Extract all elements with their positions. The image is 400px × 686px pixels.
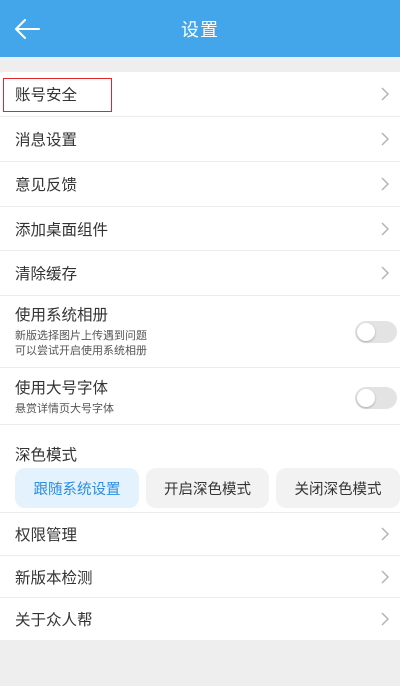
setting-description: 新版选择图片上传遇到问题 (15, 329, 147, 342)
menu-item-permissions[interactable]: 权限管理 (0, 513, 400, 556)
setting-large-font: 使用大号字体 悬赏详情页大号字体 (0, 368, 400, 425)
menu-item-label: 意见反馈 (15, 176, 78, 194)
menu-item-label: 添加桌面组件 (15, 220, 109, 239)
menu-item-label: 关于众人帮 (15, 611, 93, 629)
setting-use-system-album: 使用系统相册 新版选择图片上传遇到问题 可以尝试开启使用系统相册 (0, 296, 400, 368)
toggle-knob (357, 323, 375, 341)
header-bar: 设置 (0, 0, 400, 57)
dark-mode-title: 深色模式 (15, 446, 78, 464)
menu-item-check-update[interactable]: 新版本检测 (0, 556, 400, 598)
settings-group-main: 账号安全 消息设置 意见反馈 添加桌面组件 清除缓存 使用系统相册 新版选择图片… (0, 72, 400, 640)
menu-item-message-settings[interactable]: 消息设置 (0, 117, 400, 162)
page-title: 设置 (181, 19, 219, 41)
system-album-toggle[interactable] (355, 321, 397, 343)
menu-item-feedback[interactable]: 意见反馈 (0, 162, 400, 207)
arrow-left-icon (15, 19, 40, 39)
menu-item-label: 权限管理 (15, 526, 78, 544)
menu-item-label: 账号安全 (15, 86, 78, 104)
chevron-right-icon (381, 612, 390, 626)
menu-item-about[interactable]: 关于众人帮 (0, 598, 400, 640)
toggle-knob (357, 389, 375, 407)
chevron-right-icon (381, 87, 390, 101)
chevron-right-icon (381, 177, 390, 191)
chevron-right-icon (381, 527, 390, 541)
setting-title: 使用系统相册 (15, 306, 109, 324)
chevron-right-icon (381, 266, 390, 280)
menu-item-account-security[interactable]: 账号安全 (0, 72, 400, 117)
back-button[interactable] (10, 13, 44, 45)
dark-mode-on-button[interactable]: 开启深色模式 (146, 468, 269, 508)
large-font-toggle[interactable] (355, 387, 397, 409)
chevron-right-icon (381, 569, 390, 584)
dark-mode-off-button[interactable]: 关闭深色模式 (276, 468, 400, 508)
menu-item-label: 消息设置 (15, 131, 78, 149)
menu-item-label: 新版本检测 (15, 568, 93, 587)
chevron-right-icon (381, 221, 390, 236)
menu-item-add-widget[interactable]: 添加桌面组件 (0, 207, 400, 251)
menu-item-clear-cache[interactable]: 清除缓存 (0, 251, 400, 296)
setting-title: 使用大号字体 (15, 379, 109, 397)
menu-item-label: 清除缓存 (15, 265, 78, 283)
setting-description: 悬赏详情页大号字体 (15, 402, 114, 415)
dark-mode-follow-system-button[interactable]: 跟随系统设置 (15, 468, 139, 508)
setting-description: 可以尝试开启使用系统相册 (15, 344, 147, 357)
chevron-right-icon (381, 132, 390, 146)
